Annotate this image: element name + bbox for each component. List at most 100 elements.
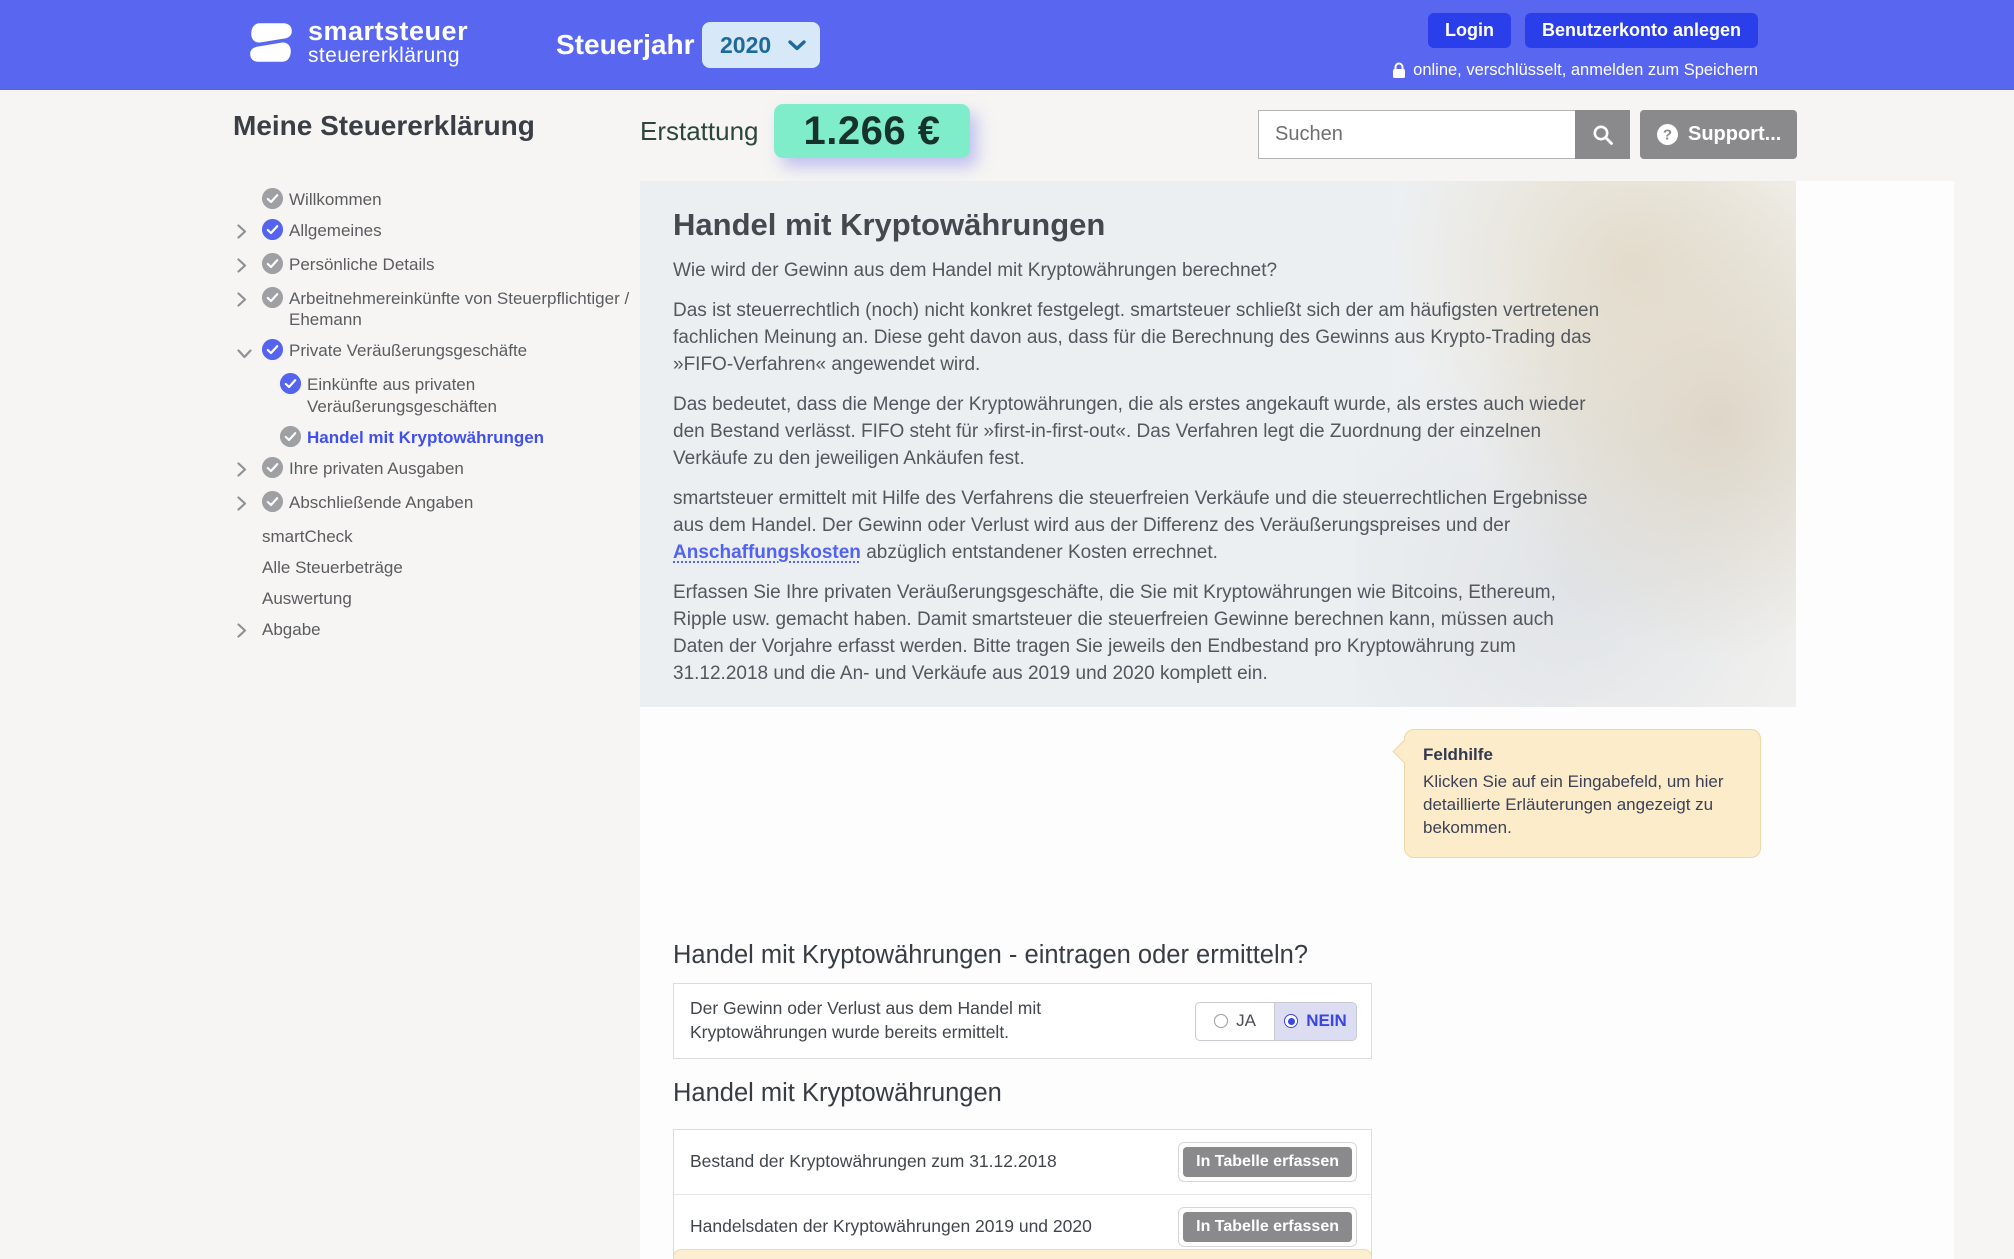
search-button[interactable]	[1575, 110, 1630, 159]
svg-text:?: ?	[1663, 127, 1672, 144]
chevron-right-icon[interactable]	[237, 292, 247, 307]
chevron-down-icon	[788, 40, 806, 51]
help-icon: ?	[1656, 123, 1679, 146]
chevron-right-icon[interactable]	[237, 258, 247, 273]
sidebar-item-willkommen[interactable]: Willkommen	[237, 188, 661, 210]
search-input[interactable]	[1258, 110, 1575, 159]
sidebar-item-private-veraeusserungsgeschaefte[interactable]: Private Veräußerungsgeschäfte	[237, 339, 661, 364]
paragraph-text: smartsteuer ermittelt mit Hilfe des Verf…	[673, 488, 1588, 536]
sidebar-item-alle-steuerbetraege[interactable]: Alle Steuerbeträge	[237, 556, 661, 578]
intro-paragraph: smartsteuer ermittelt mit Hilfe des Verf…	[673, 486, 1605, 567]
sidebar-item-allgemeines[interactable]: Allgemeines	[237, 219, 661, 244]
sidebar-item-einkuenfte-private-veraeusserung[interactable]: Einkünfte aus privaten Veräußerungsgesch…	[237, 373, 661, 416]
feldhilfe-help-box: Feldhilfe Klicken Sie auf ein Eingabefel…	[1404, 729, 1761, 858]
handelsdaten-table-button-frame[interactable]: In Tabelle erfassen	[1178, 1207, 1357, 1247]
sidebar-item-ihre-privaten-ausgaben[interactable]: Ihre privaten Ausgaben	[237, 457, 661, 482]
radio-circle-icon[interactable]	[1284, 1014, 1298, 1028]
check-circle-icon	[262, 253, 283, 274]
topic-intro-panel: Handel mit Kryptowährungen Wie wird der …	[640, 181, 1796, 707]
sidebar-item-label: Abschließende Angaben	[289, 491, 661, 513]
intro-paragraph: Das bedeutet, dass die Menge der Kryptow…	[673, 392, 1605, 473]
search-area	[1258, 110, 1630, 159]
intro-paragraph: Das ist steuerrechtlich (noch) nicht kon…	[673, 298, 1605, 379]
radio-circle-icon[interactable]	[1214, 1014, 1228, 1028]
feldhilfe-text: Klicken Sie auf ein Eingabefeld, um hier…	[1423, 771, 1742, 840]
topic-title: Handel mit Kryptowährungen	[673, 207, 1605, 243]
ja-nein-toggle: JA NEIN	[1195, 1002, 1357, 1041]
check-circle-icon	[262, 339, 283, 360]
question-box: Der Gewinn oder Verlust aus dem Handel m…	[673, 983, 1372, 1059]
intro-paragraph: Erfassen Sie Ihre privaten Veräußerungsg…	[673, 580, 1605, 688]
top-header-bar: smartsteuer steuererklärung Steuerjahr 2…	[0, 0, 2014, 90]
tax-return-navigation: Willkommen Allgemeines Persönliche Detai…	[237, 188, 661, 652]
check-circle-icon	[262, 219, 283, 240]
bestand-table-button-frame[interactable]: In Tabelle erfassen	[1178, 1142, 1357, 1182]
section-heading-eintragen-oder-ermitteln: Handel mit Kryptowährungen - eintragen o…	[673, 941, 1308, 970]
support-button-label: Support...	[1688, 123, 1781, 146]
sidebar-item-label: Einkünfte aus privaten Veräußerungsgesch…	[307, 373, 661, 416]
sidebar-item-handel-mit-kryptowaehrungen[interactable]: Handel mit Kryptowährungen	[237, 426, 661, 448]
check-circle-icon	[262, 491, 283, 512]
smartsteuer-logo[interactable]: smartsteuer steuererklärung	[246, 17, 468, 67]
check-circle-icon	[262, 457, 283, 478]
row-label: Handelsdaten der Kryptowährungen 2019 un…	[690, 1215, 1092, 1239]
row-label: Bestand der Kryptowährungen zum 31.12.20…	[690, 1150, 1057, 1174]
refund-amount-badge: 1.266 €	[774, 104, 970, 158]
crypto-data-box: Bestand der Kryptowährungen zum 31.12.20…	[673, 1129, 1372, 1259]
chevron-right-icon[interactable]	[237, 224, 247, 239]
secure-note-text: online, verschlüsselt, anmelden zum Spei…	[1413, 61, 1758, 80]
feldhilfe-title: Feldhilfe	[1423, 745, 1742, 765]
check-circle-icon	[262, 287, 283, 308]
search-icon	[1591, 123, 1615, 147]
header-account-actions: Login Benutzerkonto anlegen	[1428, 13, 1758, 48]
topic-intro-content: Handel mit Kryptowährungen Wie wird der …	[673, 207, 1605, 701]
sidebar-item-label: Ihre privaten Ausgaben	[289, 457, 661, 479]
smartsteuer-logo-icon	[246, 17, 296, 67]
login-button[interactable]: Login	[1428, 13, 1511, 48]
chevron-down-icon[interactable]	[237, 349, 252, 359]
secure-note: online, verschlüsselt, anmelden zum Spei…	[1392, 61, 1758, 80]
info-box-partial	[673, 1249, 1372, 1259]
sidebar-item-label: Private Veräußerungsgeschäfte	[289, 339, 661, 361]
sidebar-item-abschliessende-angaben[interactable]: Abschließende Angaben	[237, 491, 661, 516]
check-circle-icon	[262, 188, 283, 209]
anschaffungskosten-link[interactable]: Anschaffungskosten	[673, 542, 861, 563]
table-row: Bestand der Kryptowährungen zum 31.12.20…	[674, 1130, 1371, 1194]
refund-label: Erstattung	[640, 104, 759, 158]
logo-line-2: steuererklärung	[308, 45, 468, 67]
sidebar-item-auswertung[interactable]: Auswertung	[237, 587, 661, 609]
chevron-right-icon[interactable]	[237, 496, 247, 511]
handelsdaten-table-button[interactable]: In Tabelle erfassen	[1183, 1212, 1352, 1242]
taxyear-label: Steuerjahr	[556, 0, 695, 90]
page-title: Meine Steuererklärung	[233, 110, 535, 142]
sidebar-item-label: Willkommen	[289, 188, 661, 210]
chevron-right-icon[interactable]	[237, 623, 247, 638]
check-circle-icon	[280, 426, 301, 447]
bestand-table-button[interactable]: In Tabelle erfassen	[1183, 1147, 1352, 1177]
smartsteuer-logo-text: smartsteuer steuererklärung	[308, 17, 468, 67]
sidebar-item-persoenliche-details[interactable]: Persönliche Details	[237, 253, 661, 278]
create-account-button[interactable]: Benutzerkonto anlegen	[1525, 13, 1758, 48]
radio-option-ja[interactable]: JA	[1196, 1003, 1274, 1040]
check-circle-icon	[280, 373, 301, 394]
radio-label: JA	[1236, 1011, 1256, 1031]
sidebar-item-label: Arbeitnehmereinkünfte von Steuerpflichti…	[289, 287, 661, 330]
chevron-right-icon[interactable]	[237, 462, 247, 477]
sidebar-item-label: Allgemeines	[289, 219, 661, 241]
sidebar-item-label: Abgabe	[262, 618, 661, 640]
section-heading-handel-mit-kryptowaehrungen: Handel mit Kryptowährungen	[673, 1079, 1002, 1108]
logo-line-1: smartsteuer	[308, 17, 468, 45]
sidebar-item-arbeitnehmereinkuenfte[interactable]: Arbeitnehmereinkünfte von Steuerpflichti…	[237, 287, 661, 330]
taxyear-dropdown[interactable]: 2020	[702, 22, 820, 68]
sidebar-item-label: smartCheck	[262, 525, 661, 547]
support-button[interactable]: ? Support...	[1640, 110, 1797, 159]
sidebar-item-label: Persönliche Details	[289, 253, 661, 275]
lock-icon	[1392, 62, 1406, 79]
sidebar-item-abgabe[interactable]: Abgabe	[237, 618, 661, 643]
sidebar-item-label-active: Handel mit Kryptowährungen	[307, 426, 661, 448]
intro-question: Wie wird der Gewinn aus dem Handel mit K…	[673, 258, 1605, 285]
main-content-panel: Handel mit Kryptowährungen Wie wird der …	[640, 181, 1954, 1259]
sidebar-item-label: Auswertung	[262, 587, 661, 609]
sidebar-item-smartcheck[interactable]: smartCheck	[237, 525, 661, 547]
radio-option-nein[interactable]: NEIN	[1274, 1003, 1356, 1040]
